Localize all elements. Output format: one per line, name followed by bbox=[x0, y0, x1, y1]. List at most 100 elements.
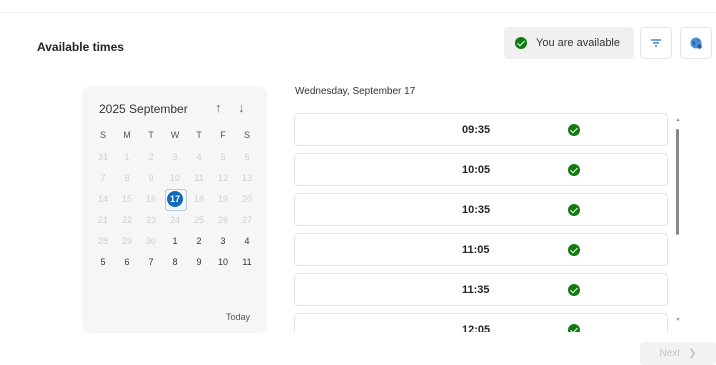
calendar-day-number: 9 bbox=[148, 172, 154, 183]
time-slot-row[interactable]: 11:05 bbox=[294, 233, 668, 266]
calendar-day[interactable]: 1 bbox=[163, 236, 187, 246]
calendar-day[interactable]: 4 bbox=[235, 236, 259, 246]
calendar-day: 23 bbox=[139, 215, 163, 225]
next-button[interactable]: Next ❯ bbox=[640, 342, 716, 365]
calendar-day[interactable]: 8 bbox=[163, 257, 187, 267]
scroll-thumb[interactable] bbox=[676, 129, 679, 235]
weekday-label: S bbox=[99, 130, 106, 140]
calendar-day-number: 30 bbox=[145, 235, 156, 246]
calendar-day[interactable]: 7 bbox=[139, 257, 163, 267]
calendar-day[interactable]: 9 bbox=[187, 257, 211, 267]
calendar-day: 7 bbox=[91, 173, 115, 183]
calendar-day[interactable]: 11 bbox=[235, 257, 259, 267]
calendar-day: 27 bbox=[235, 215, 259, 225]
calendar-week-row: 28 29 30 1 2 3 4 bbox=[91, 230, 259, 251]
calendar-day-number: 28 bbox=[97, 235, 108, 246]
calendar-day-number: 23 bbox=[145, 214, 156, 225]
time-slot-list: 09:35 10:05 10:35 11:05 11:35 12:05 bbox=[294, 113, 670, 332]
scroll-down-arrow-icon[interactable]: ▼ bbox=[674, 317, 682, 323]
time-slot-label: 12:05 bbox=[462, 324, 491, 332]
availability-status-button[interactable]: You are available bbox=[504, 27, 634, 59]
weekday-label: S bbox=[243, 130, 250, 140]
calendar-day: 24 bbox=[163, 215, 187, 225]
check-circle-icon bbox=[515, 37, 527, 49]
calendar-day-number: 9 bbox=[196, 256, 202, 267]
calendar-day: 10 bbox=[163, 173, 187, 183]
calendar-day-number: 24 bbox=[169, 214, 180, 225]
calendar-day: 9 bbox=[139, 173, 163, 183]
calendar-day[interactable]: 5 bbox=[91, 257, 115, 267]
calendar-day-grid: 31 1 2 3 4 5 6 7 8 9 10 11 12 13 14 15 16 17 18 19 20 21 22 23 2… bbox=[91, 146, 259, 272]
calendar-day-number: 3 bbox=[220, 235, 226, 246]
calendar-day: 5 bbox=[211, 152, 235, 162]
time-slot-label: 11:35 bbox=[462, 284, 490, 296]
calendar-day-number: 27 bbox=[241, 214, 252, 225]
calendar-day: 4 bbox=[187, 152, 211, 162]
time-slot-row[interactable]: 10:35 bbox=[294, 193, 668, 226]
calendar-day-number: 31 bbox=[97, 151, 108, 162]
calendar-day: 18 bbox=[187, 194, 211, 204]
calendar-day[interactable]: 6 bbox=[115, 257, 139, 267]
calendar-day-number: 6 bbox=[244, 151, 250, 162]
calendar-day-number: 2 bbox=[148, 151, 154, 162]
calendar-week-row: 5 6 7 8 9 10 11 bbox=[91, 251, 259, 272]
calendar-day: 26 bbox=[211, 215, 235, 225]
calendar-day[interactable]: 3 bbox=[211, 236, 235, 246]
weekday-label: W bbox=[170, 130, 180, 140]
weekday-header-row: SMTWTFS bbox=[91, 130, 259, 140]
time-slot-row[interactable]: 09:35 bbox=[294, 113, 668, 146]
next-button-label: Next bbox=[659, 348, 681, 359]
calendar-day-number: 14 bbox=[97, 193, 108, 204]
calendar-day-number: 15 bbox=[121, 193, 132, 204]
calendar-day-selected[interactable]: 17 bbox=[163, 188, 187, 211]
calendar-day: 19 bbox=[211, 194, 235, 204]
calendar-day-number: 10 bbox=[217, 256, 228, 267]
today-link[interactable]: Today bbox=[226, 312, 250, 322]
weekday-label: T bbox=[196, 130, 202, 140]
next-month-arrow-icon[interactable]: ↓ bbox=[238, 100, 245, 115]
calendar-day-number: 16 bbox=[145, 193, 156, 204]
calendar-day-number: 18 bbox=[193, 193, 204, 204]
availability-label: You are available bbox=[536, 37, 620, 49]
calendar-week-row: 31 1 2 3 4 5 6 bbox=[91, 146, 259, 167]
available-check-icon bbox=[568, 284, 580, 296]
weekday-label: M bbox=[123, 130, 131, 140]
time-slot-row[interactable]: 11:35 bbox=[294, 273, 668, 306]
selected-date-heading: Wednesday, September 17 bbox=[295, 86, 416, 97]
calendar-month-title: 2025 September bbox=[99, 102, 188, 116]
chevron-right-icon: ❯ bbox=[688, 348, 697, 359]
calendar-day-number: 19 bbox=[217, 193, 228, 204]
time-slot-label: 11:05 bbox=[462, 244, 490, 256]
scroll-up-arrow-icon[interactable]: ▲ bbox=[674, 117, 682, 123]
calendar-day: 8 bbox=[115, 173, 139, 183]
weekday-label: T bbox=[148, 130, 154, 140]
calendar-day: 11 bbox=[187, 173, 211, 183]
calendar-day-number: 11 bbox=[194, 172, 204, 183]
calendar-day-number: 3 bbox=[172, 151, 178, 162]
calendar-day[interactable]: 2 bbox=[187, 236, 211, 246]
filter-button[interactable] bbox=[640, 27, 672, 59]
calendar-day: 6 bbox=[235, 152, 259, 162]
previous-month-arrow-icon[interactable]: ↑ bbox=[215, 100, 222, 115]
time-slot-label: 09:35 bbox=[462, 124, 491, 136]
timezone-button[interactable] bbox=[680, 27, 712, 59]
calendar-day-number: 25 bbox=[193, 214, 204, 225]
calendar-day: 22 bbox=[115, 215, 139, 225]
calendar-day-number: 1 bbox=[124, 151, 130, 162]
calendar-day-number: 8 bbox=[172, 256, 178, 267]
available-check-icon bbox=[568, 244, 580, 256]
calendar-day: 30 bbox=[139, 236, 163, 246]
calendar-day-number: 17 bbox=[169, 193, 180, 204]
filter-icon bbox=[651, 39, 661, 47]
calendar-day: 3 bbox=[163, 152, 187, 162]
calendar-day-number: 13 bbox=[241, 172, 252, 183]
calendar-day[interactable]: 10 bbox=[211, 257, 235, 267]
calendar-day: 15 bbox=[115, 194, 139, 204]
time-slot-scrollbar[interactable]: ▲ ▼ bbox=[674, 117, 682, 327]
date-picker: 2025 September ↑ ↓ SMTWTFS 31 1 2 3 4 5 6 7 8 9 10… bbox=[82, 86, 267, 333]
calendar-day-number: 22 bbox=[121, 214, 132, 225]
calendar-day-number: 8 bbox=[124, 172, 130, 183]
time-slot-row[interactable]: 12:05 bbox=[294, 313, 668, 332]
time-slot-row[interactable]: 10:05 bbox=[294, 153, 668, 186]
time-slot-label: 10:35 bbox=[462, 204, 491, 216]
